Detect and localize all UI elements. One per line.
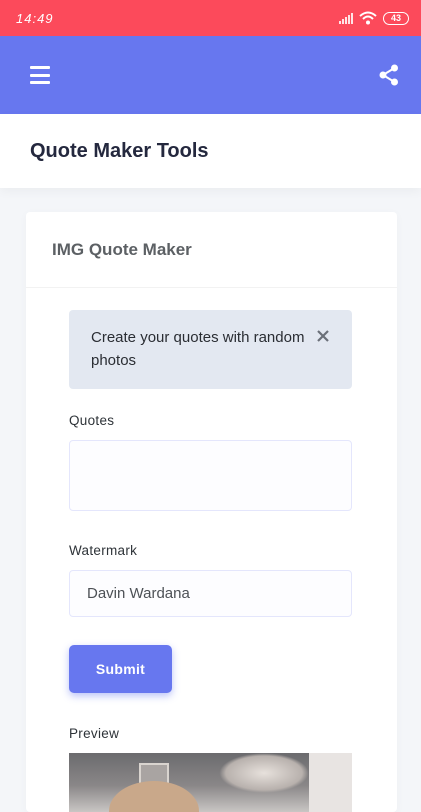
page-title: Quote Maker Tools bbox=[30, 139, 209, 162]
card-title: IMG Quote Maker bbox=[52, 239, 192, 259]
alert-message: Create your quotes with random photos bbox=[91, 329, 305, 369]
battery-icon: 43 bbox=[383, 11, 409, 25]
app-bar bbox=[0, 36, 421, 114]
share-icon[interactable] bbox=[379, 64, 399, 86]
watermark-label: Watermark bbox=[69, 543, 138, 558]
status-bar: 14:49 43 bbox=[0, 0, 421, 36]
preview-image bbox=[69, 753, 352, 812]
submit-button[interactable]: Submit bbox=[69, 645, 172, 693]
signal-icon bbox=[339, 12, 353, 24]
preview-label: Preview bbox=[69, 726, 120, 741]
close-icon[interactable] bbox=[316, 329, 330, 343]
hamburger-menu-icon[interactable] bbox=[30, 66, 50, 84]
status-icons: 43 bbox=[339, 11, 409, 25]
card-header: IMG Quote Maker bbox=[26, 212, 397, 288]
watermark-input[interactable]: Davin Wardana bbox=[69, 570, 352, 617]
quotes-label: Quotes bbox=[69, 413, 115, 428]
wifi-icon bbox=[359, 11, 377, 25]
watermark-value: Davin Wardana bbox=[87, 585, 190, 602]
quotes-textarea[interactable] bbox=[69, 440, 352, 511]
info-alert: Create your quotes with random photos bbox=[69, 310, 352, 389]
status-time: 14:49 bbox=[16, 10, 54, 26]
title-bar: Quote Maker Tools bbox=[0, 114, 421, 188]
quote-maker-card: IMG Quote Maker Create your quotes with … bbox=[26, 212, 397, 812]
